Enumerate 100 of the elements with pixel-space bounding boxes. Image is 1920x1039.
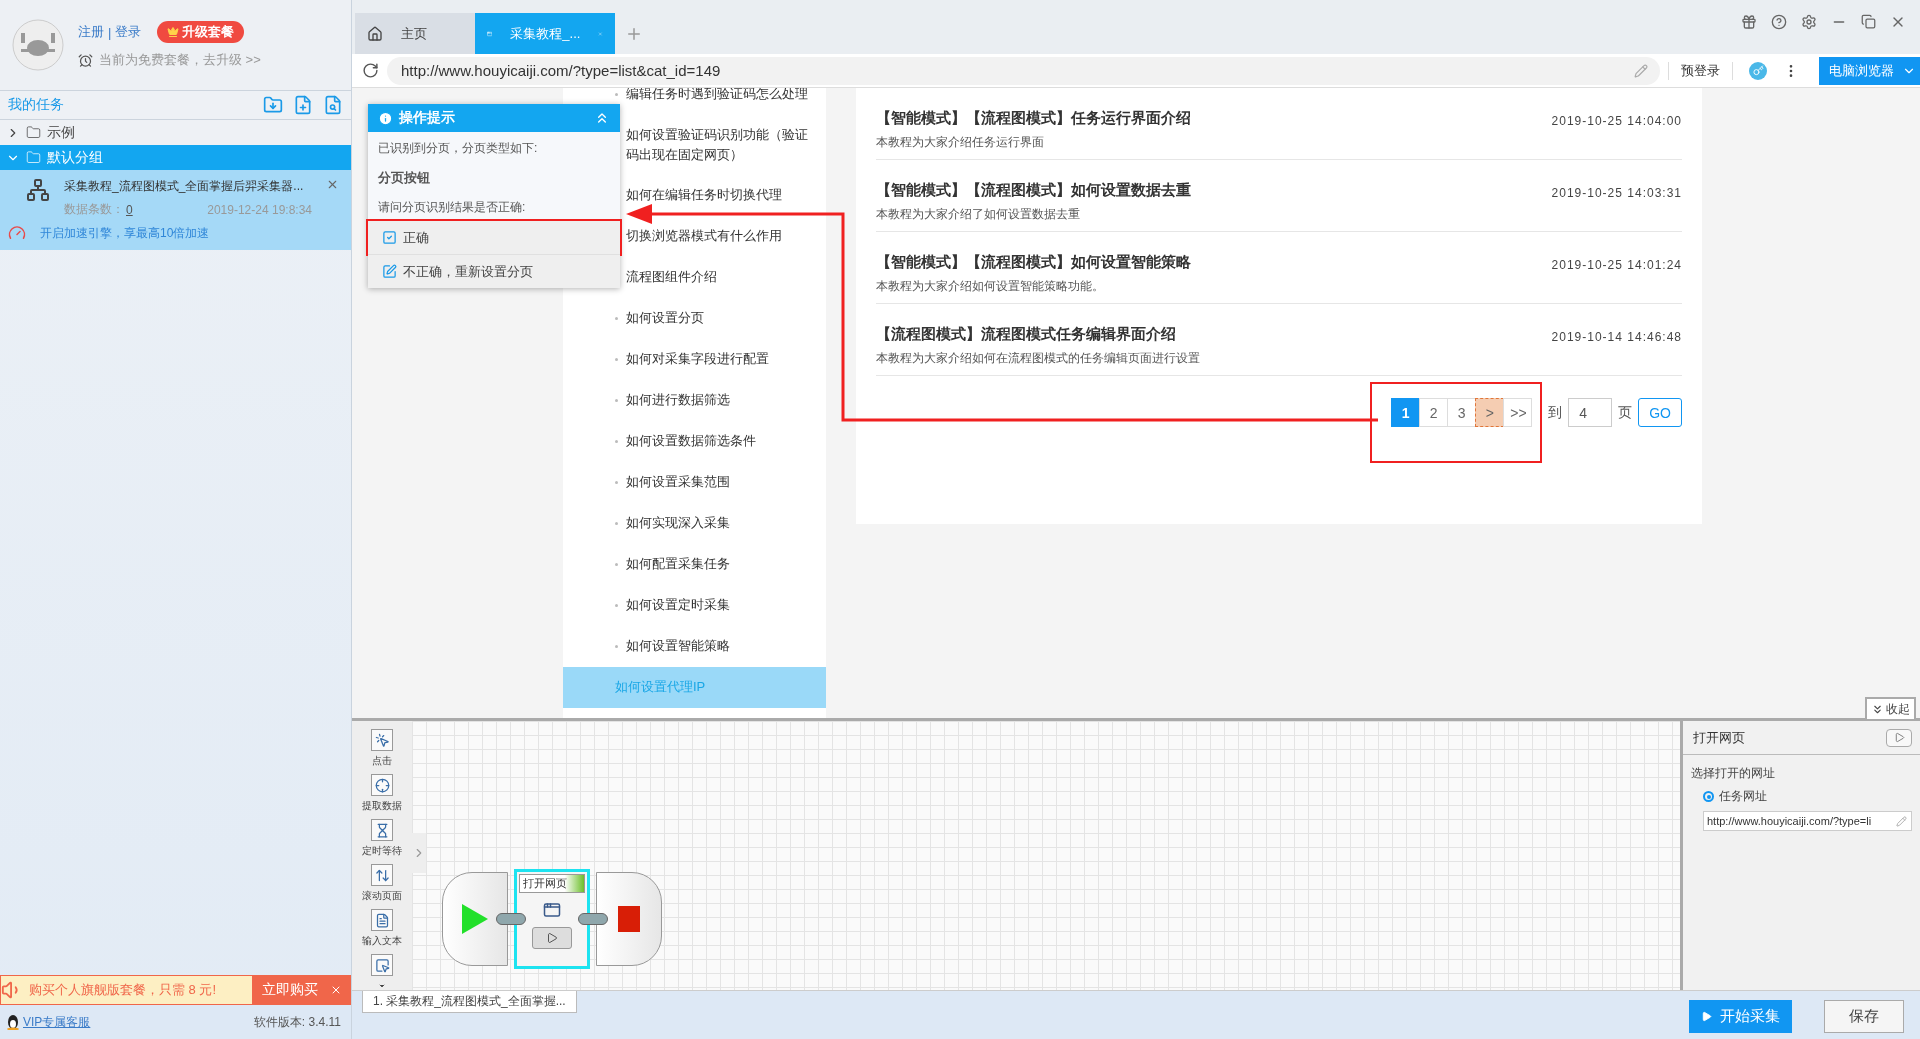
task-title: 采集教程_流程图模式_全面掌握后羿采集器...	[64, 178, 305, 195]
gift-icon[interactable]	[1741, 14, 1757, 30]
menu-item[interactable]: 如何设置定时采集	[563, 585, 826, 626]
save-button[interactable]: 保存	[1824, 1000, 1904, 1033]
menu-item[interactable]: 编辑任务时遇到验证码怎么处理	[563, 88, 826, 115]
start-node[interactable]	[442, 872, 508, 966]
article-title[interactable]: 【智能模式】【流程图模式】如何设置智能策略	[876, 253, 1191, 272]
article-date: 2019-10-25 14:03:31	[1551, 186, 1682, 200]
menu-item[interactable]: 如何进行数据筛选	[563, 380, 826, 421]
article-title[interactable]: 【流程图模式】流程图模式任务编辑界面介绍	[876, 325, 1176, 344]
browser-icon	[543, 901, 561, 919]
tool-button[interactable]: 定时等待	[362, 819, 402, 858]
menu-item[interactable]: 如何设置采集范围	[563, 462, 826, 503]
settings-icon[interactable]	[1801, 14, 1817, 30]
play-icon	[1701, 1011, 1712, 1022]
crown-icon	[167, 26, 180, 38]
scroll-icon	[371, 864, 393, 886]
plan-note: 当前为免费套餐，去升级 >>	[99, 51, 261, 69]
article-summary: 本教程为大家介绍任务运行界面	[876, 134, 1045, 151]
node-play-button[interactable]	[532, 927, 572, 949]
field-label: 选择打开的网址	[1691, 765, 1776, 782]
support-link[interactable]: VIP专属客服	[23, 1013, 91, 1031]
popup-option[interactable]: 不正确，重新设置分页	[368, 254, 620, 288]
stop-icon	[618, 906, 640, 932]
menu-item[interactable]: 如何设置数据筛选条件	[563, 421, 826, 462]
menu-item[interactable]: 如何设置智能策略	[563, 626, 826, 667]
hourglass-icon	[371, 819, 393, 841]
close-icon[interactable]	[326, 178, 339, 191]
flowchart-icon	[26, 178, 50, 202]
home-icon	[367, 25, 383, 42]
article-title[interactable]: 【智能模式】【流程图模式】如何设置数据去重	[876, 181, 1191, 200]
pagination-type: 分页按钮	[377, 169, 431, 187]
article-summary: 本教程为大家介绍如何设置智能策略功能。	[876, 278, 1105, 295]
crosshair-icon	[371, 774, 393, 796]
last-page-button[interactable]: >>	[1503, 398, 1533, 427]
search-icon[interactable]	[323, 95, 343, 115]
browser-tab[interactable]: 主页	[355, 13, 475, 54]
edit-icon	[382, 264, 397, 279]
tool-button[interactable]	[371, 954, 393, 976]
document-icon	[371, 909, 393, 931]
section-title: 我的任务	[8, 96, 64, 114]
pointer-icon	[371, 954, 393, 976]
article-summary: 本教程为大家介绍如何在流程图模式的任务编辑页面进行设置	[876, 350, 1201, 367]
alarm-clock-icon	[78, 52, 93, 68]
login-link[interactable]: 登录	[115, 23, 142, 41]
help-icon[interactable]	[1771, 14, 1787, 30]
popup-option[interactable]: 正确	[368, 220, 620, 254]
page-button[interactable]: 3	[1447, 398, 1477, 427]
info-icon	[378, 110, 393, 126]
article-date: 2019-10-14 14:46:48	[1551, 330, 1682, 344]
caret-icon[interactable]	[377, 982, 387, 990]
new-task-icon[interactable]	[293, 95, 313, 115]
connector	[496, 913, 526, 925]
article-summary: 本教程为大家介绍了如何设置数据去重	[876, 206, 1081, 223]
page-input[interactable]: 4	[1568, 398, 1613, 427]
page-unit: 页	[1618, 403, 1633, 422]
count-label: 数据条数：	[64, 201, 124, 218]
register-link[interactable]: 注册	[78, 23, 104, 41]
menu-item[interactable]: 如何设置验证码识别功能（验证码出现在固定网页）	[563, 115, 826, 175]
menu-item[interactable]: 如何对采集字段进行配置	[563, 339, 826, 380]
close-icon[interactable]	[330, 984, 342, 996]
upgrade-button[interactable]: 升级套餐	[157, 21, 245, 43]
menu-item[interactable]: 如何设置分页	[563, 298, 826, 339]
pre-login-button[interactable]: 预登录	[1668, 61, 1733, 80]
run-button[interactable]	[1886, 728, 1912, 747]
pencil-icon[interactable]	[1896, 815, 1907, 827]
end-node[interactable]	[596, 872, 662, 966]
task-tab[interactable]: 1. 采集教程_流程图模式_全面掌握...	[362, 991, 577, 1013]
popup-question: 请问分页识别结果是否正确:	[377, 199, 527, 216]
expand-handle[interactable]	[412, 833, 426, 873]
address-field[interactable]: http://www.houyicaiji.com/?type=list&cat_id=149	[387, 56, 1660, 85]
tool-button[interactable]: 点击	[371, 729, 393, 768]
tool-button[interactable]: 输入文本	[362, 909, 402, 948]
panel-title: 打开网页	[1693, 728, 1745, 747]
import-icon[interactable]	[263, 95, 283, 115]
tool-button[interactable]: 提取数据	[362, 774, 402, 813]
menu-item[interactable]: 如何配置采集任务	[563, 544, 826, 585]
tool-button[interactable]: 滚动页面	[362, 864, 402, 903]
task-card[interactable]: 采集教程_流程图模式_全面掌握后羿采集器... 数据条数： 0 2019-12-24 19:8:34 开启加速引擎，享最高10倍加速	[0, 170, 351, 250]
menu-item[interactable]: 如何实现深入采集	[563, 503, 826, 544]
node-label: 打开网页	[519, 874, 585, 893]
next-page-button[interactable]: >	[1475, 398, 1505, 427]
menu-item[interactable]: 如何在编辑任务时切换代理	[563, 175, 826, 216]
version-text: 软件版本: 3.4.11	[253, 1013, 341, 1031]
open-page-node[interactable]: 打开网页	[514, 869, 590, 969]
restore-icon[interactable]	[1861, 14, 1876, 30]
article-title[interactable]: 【智能模式】【流程图模式】任务运行界面介绍	[876, 109, 1191, 128]
radio-option[interactable]: 任务网址	[1691, 788, 1912, 805]
page-button[interactable]: 2	[1419, 398, 1449, 427]
play-icon	[1893, 732, 1905, 743]
url-field[interactable]: http://www.houyicaiji.com/?type=li	[1703, 811, 1912, 831]
reload-icon[interactable]	[362, 62, 379, 79]
checkbox-icon	[382, 230, 397, 245]
collapse-button[interactable]: 收起	[1865, 697, 1916, 719]
promo-text: 购买个人旗舰版套餐，只需 8 元!	[28, 981, 218, 999]
key-icon[interactable]	[1749, 61, 1767, 80]
new-tab-button[interactable]	[625, 25, 643, 43]
separator-text: |	[108, 24, 112, 40]
penguin-icon	[6, 1014, 20, 1030]
count-link[interactable]: 0	[126, 202, 133, 217]
